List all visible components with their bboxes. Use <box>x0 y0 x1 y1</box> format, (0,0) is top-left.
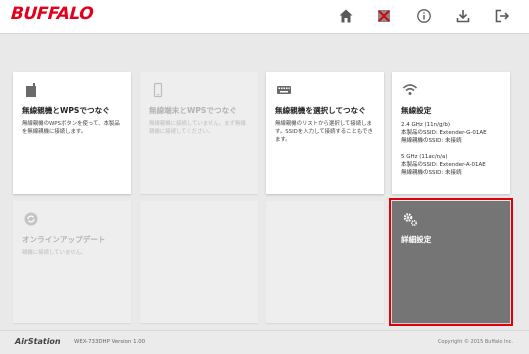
tile-empty-1 <box>140 201 258 323</box>
wireless-info: 2.4 GHz (11n/g/b) 本製品のSSID: Extender-G-0… <box>398 121 504 177</box>
wifi-off-icon[interactable] <box>375 7 393 25</box>
airstation-logo: AirStation <box>15 337 61 346</box>
gears-icon <box>402 211 418 227</box>
tile-title: 無線端末とWPSでつなぐ <box>149 106 237 115</box>
ap-status-24ghz: 無線親機のSSID: 未接続 <box>401 138 462 145</box>
tile-title: 無線設定 <box>401 106 432 115</box>
tile-wps-connect[interactable]: 無線親機とWPSでつなぐ 無線親機のWPSボタンを使って、本製品を無線親機に接続… <box>13 72 131 194</box>
buffalo-logo: BUFFALO <box>10 4 94 24</box>
band-5ghz: 5 GHz (11ac/n/a) <box>401 153 448 160</box>
footer: AirStation WEX-733DHP Version 1.00 Copyr… <box>0 330 529 354</box>
tile-title: 詳細設定 <box>401 235 432 244</box>
tile-description: 無線親機に接続していません。まず無線親機に接続してください。 <box>149 121 246 136</box>
tile-title: オンラインアップデート <box>22 235 106 244</box>
router-icon <box>23 82 39 98</box>
tile-device-wps[interactable]: 無線端末とWPSでつなぐ 無線親機に接続していません。まず無線親機に接続してくだ… <box>140 72 258 194</box>
logout-icon[interactable] <box>493 7 511 25</box>
tile-description: 親機に接続していません。 <box>22 250 87 256</box>
tile-select-ap[interactable]: 無線親機を選択してつなぐ 無線親機のリストから選択して接続します。SSIDを入力… <box>266 72 384 194</box>
top-header: BUFFALO <box>0 0 529 34</box>
copyright: Copyright © 2015 Buffalo Inc. <box>437 339 513 345</box>
refresh-icon <box>23 211 39 227</box>
tile-advanced-settings[interactable]: 詳細設定 <box>389 198 513 326</box>
tile-empty-2 <box>266 201 384 323</box>
band-24ghz: 2.4 GHz (11n/g/b) <box>401 122 450 128</box>
model-version: WEX-733DHP Version 1.00 <box>74 339 146 345</box>
info-icon[interactable] <box>415 7 433 25</box>
home-icon[interactable] <box>337 7 355 25</box>
phone-icon <box>150 82 166 98</box>
ssid-5ghz: 本製品のSSID: Extender-A-01AE <box>401 161 486 168</box>
ssid-24ghz: 本製品のSSID: Extender-G-01AE <box>401 130 487 137</box>
tile-wireless-settings[interactable]: 無線設定 2.4 GHz (11n/g/b) 本製品のSSID: Extende… <box>392 72 510 194</box>
download-icon[interactable] <box>454 7 472 25</box>
tile-title: 無線親機とWPSでつなぐ <box>22 106 110 115</box>
wifi-icon <box>402 82 418 98</box>
tile-description: 無線親機のリストから選択して接続します。SSIDを入力して接続することもできます… <box>275 121 373 144</box>
tile-title: 無線親機を選択してつなぐ <box>275 106 366 115</box>
ap-status-5ghz: 無線親機のSSID: 未接続 <box>401 170 462 177</box>
tile-description: 無線親機のWPSボタンを使って、本製品を無線親機に接続します。 <box>22 121 120 136</box>
keyboard-icon <box>276 82 292 98</box>
tile-online-update[interactable]: オンラインアップデート 親機に接続していません。 <box>13 201 131 323</box>
